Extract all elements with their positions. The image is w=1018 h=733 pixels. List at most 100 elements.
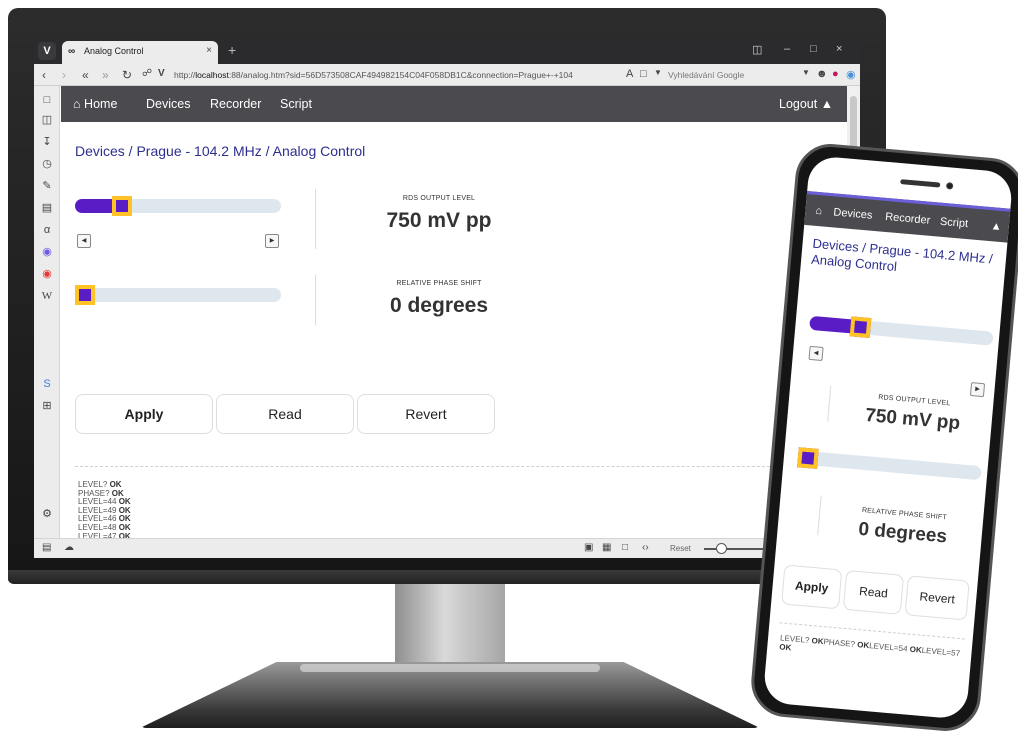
profile-icon[interactable]: ☻ (816, 68, 828, 80)
minimize-icon[interactable]: – (784, 43, 790, 55)
monitor-screen: V ∞ Analog Control × + ◫ – □ × ‹ › « » ↻… (34, 38, 860, 558)
log-line: PHASE? OK (823, 637, 869, 650)
phone-logout-icon[interactable]: ▲ (990, 220, 1002, 233)
phone-rds-increase-button[interactable]: ▶ (969, 382, 986, 398)
tab-stack-icon[interactable]: ◫ (752, 43, 762, 56)
browser-tab[interactable]: ∞ Analog Control × (62, 41, 218, 64)
back-icon[interactable]: ‹ (42, 68, 46, 82)
rds-caption: RDS OUTPUT LEVEL (402, 195, 476, 202)
ublock-icon[interactable]: ● (832, 68, 839, 80)
zoom-slider-knob[interactable] (716, 543, 727, 554)
tile-icon[interactable]: □ (622, 542, 628, 553)
add-panel-icon[interactable]: ⊞ (39, 398, 55, 414)
capture-icon[interactable]: ▣ (584, 542, 593, 553)
revert-button[interactable]: Revert (357, 394, 495, 434)
log-line: LEVEL=54 OK (869, 641, 922, 655)
mastodon-icon[interactable]: ◉ (39, 244, 55, 260)
sync-cloud-icon[interactable]: ☁ (64, 542, 74, 553)
phone-nav-recorder[interactable]: Recorder (885, 211, 931, 227)
translate-icon[interactable]: α (39, 222, 55, 238)
phone-phase-slider[interactable] (797, 447, 982, 481)
zoom-slider-track[interactable] (704, 548, 764, 550)
phone-screen: ⌂ Devices Recorder Script ▲ Devices / Pr… (762, 155, 1014, 720)
phase-shift-slider-thumb[interactable] (75, 285, 95, 305)
phase-divider (315, 275, 316, 325)
bookmarks-icon[interactable]: □ (39, 92, 55, 108)
image-icon[interactable]: ▦ (602, 542, 611, 553)
phone-command-log: LEVEL? OKPHASE? OKLEVEL=54 OKLEVEL=57 OK (778, 633, 972, 668)
vivaldi-panel-icon[interactable]: ◉ (39, 266, 55, 282)
phone-speaker (900, 179, 941, 188)
shield-icon[interactable]: ☍ (142, 68, 152, 79)
new-tab-icon[interactable]: + (228, 42, 236, 58)
nav-recorder[interactable]: Recorder (210, 97, 261, 111)
history-icon[interactable]: ◷ (39, 156, 55, 172)
zoom-reset-button[interactable]: Reset (670, 544, 691, 553)
log-command: LEVEL=57 (921, 645, 961, 659)
phone-camera-icon (945, 182, 954, 190)
log-command: LEVEL=54 (868, 641, 911, 654)
log-separator (75, 466, 815, 467)
phone-revert-button[interactable]: Revert (904, 575, 970, 621)
nav-logout-label: Logout (779, 97, 818, 111)
nav-script[interactable]: Script (280, 97, 312, 111)
rds-decrease-button[interactable]: ◀ (77, 234, 91, 248)
reader-icon[interactable]: A (626, 68, 633, 80)
panel-toggle-icon[interactable]: ▤ (42, 542, 51, 553)
url-host: localhost (195, 70, 229, 80)
phone-nav-script[interactable]: Script (939, 216, 968, 230)
rds-level-slider-thumb[interactable] (112, 196, 133, 216)
window-icon[interactable]: ▤ (39, 200, 55, 216)
reload-icon[interactable]: ↻ (122, 68, 132, 82)
monitor-bottom-edge (8, 570, 886, 584)
browser-menu-icon[interactable]: V (38, 42, 56, 60)
phone-read-button[interactable]: Read (842, 569, 905, 615)
url-path: :88/analog.htm?sid=56D573508CAF494982154… (228, 70, 573, 80)
reading-list-icon[interactable]: ◫ (39, 112, 55, 128)
phone-rds-decrease-button[interactable]: ◀ (808, 345, 824, 361)
maximize-icon[interactable]: □ (810, 43, 817, 55)
nav-home[interactable]: ⌂ Home (73, 97, 117, 111)
extension-icon[interactable]: ◉ (846, 68, 856, 81)
settings-icon[interactable]: ⚙ (39, 506, 55, 522)
phone-rds-level-slider[interactable] (809, 315, 994, 346)
apply-button[interactable]: Apply (75, 394, 213, 434)
log-command: PHASE? (823, 637, 858, 650)
phone-phase-slider-thumb[interactable] (797, 447, 819, 469)
url-field[interactable]: http://localhost:88/analog.htm?sid=56D57… (174, 67, 644, 83)
close-window-icon[interactable]: × (836, 43, 842, 55)
browser-status-bar: ▤ ☁ ▣ ▦ □ ‹› Reset (34, 538, 860, 558)
nav-devices[interactable]: Devices (146, 97, 190, 111)
page-viewport: ⌂ Home Devices Recorder Script Logout ▲ … (61, 86, 847, 538)
read-button[interactable]: Read (216, 394, 354, 434)
code-icon[interactable]: ‹› (642, 542, 649, 553)
phone-home-icon[interactable]: ⌂ (815, 205, 823, 218)
monitor-base-highlight (300, 664, 600, 672)
wikipedia-icon[interactable]: W (39, 288, 55, 304)
web-panel-icon[interactable]: S (39, 376, 55, 392)
phase-shift-slider[interactable] (75, 285, 281, 305)
search-field[interactable]: Vyhledávání Google (668, 67, 798, 83)
rds-level-slider[interactable] (75, 196, 281, 216)
search-engine-dropdown-icon[interactable]: ▼ (802, 68, 810, 77)
breadcrumb: Devices / Prague - 104.2 MHz / Analog Co… (75, 143, 366, 159)
rds-increase-button[interactable]: ▶ (265, 234, 279, 248)
nav-logout[interactable]: Logout ▲ (779, 97, 833, 111)
phone-nav-devices[interactable]: Devices (833, 206, 873, 221)
search-placeholder: Vyhledávání Google (668, 70, 745, 80)
tab-close-icon[interactable]: × (206, 45, 212, 56)
rewind-icon[interactable]: « (82, 68, 89, 82)
tab-title: Analog Control (84, 46, 144, 56)
phone-apply-button[interactable]: Apply (781, 564, 843, 610)
forward-icon[interactable]: › (62, 68, 66, 82)
fast-forward-icon[interactable]: » (102, 68, 109, 82)
phone-phase-divider (817, 495, 822, 536)
downloads-icon[interactable]: ↧ (39, 134, 55, 150)
bookmark-icon[interactable]: □ (640, 68, 647, 80)
scene: V ∞ Analog Control × + ◫ – □ × ‹ › « » ↻… (0, 0, 1018, 733)
dropdown-icon[interactable]: ▼ (654, 68, 662, 77)
phone-rds-slider-thumb[interactable] (849, 316, 872, 339)
notes-icon[interactable]: ✎ (39, 178, 55, 194)
logout-icon: ▲ (820, 97, 834, 111)
log-status: OK (778, 641, 792, 652)
